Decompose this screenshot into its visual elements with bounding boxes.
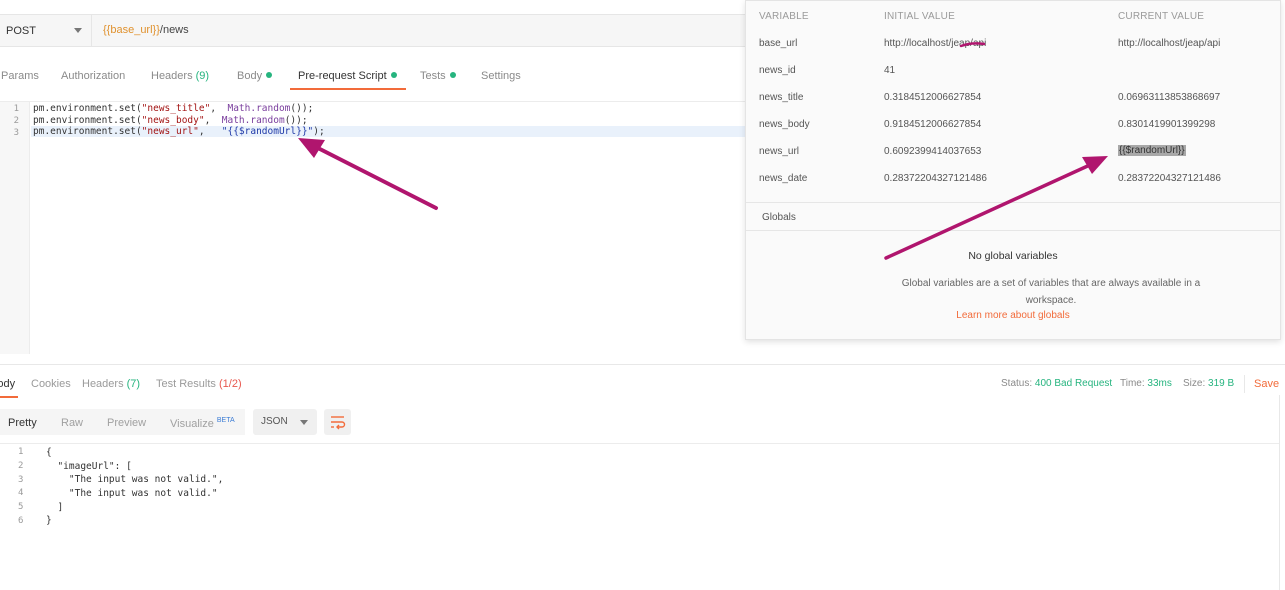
status-dot-icon [449,72,456,78]
request-tabs: Params Authorization Headers (9) Body Pr… [0,64,760,90]
json-line: "imageUrl": [ [46,461,132,472]
format-select[interactable]: JSON [253,409,317,435]
size-value: 319 B [1208,378,1235,389]
line-number: 3 [13,128,19,138]
method-label: POST [6,24,36,37]
line-number: 6 [18,516,24,526]
view-preview[interactable]: Preview [107,417,146,429]
test-results-count: (1/2) [218,378,242,390]
headers-count: (9) [195,70,210,82]
url-input[interactable]: {{base_url}}/news [103,24,189,36]
tab-response-body[interactable]: Body [0,378,15,390]
active-tab-indicator [0,396,18,398]
line-number-gutter: 1 2 3 [0,102,30,354]
env-var-name: news_body [759,119,810,130]
env-var-initial: 0.28372204327121486 [884,173,987,184]
env-var-name: base_url [759,38,798,49]
pane-divider [0,364,1285,365]
env-var-initial: http://localhost/jeap/api [884,38,987,49]
view-raw[interactable]: Raw [61,417,83,429]
env-var-current-selected[interactable]: {{$randomUrl}} [1118,145,1186,156]
line-number: 4 [18,488,24,498]
line-number: 1 [18,447,24,457]
line-number: 1 [13,104,19,114]
view-visualize[interactable]: Visualize BETA [170,417,235,430]
toolbar-divider [1244,375,1245,393]
pane-border [1279,395,1280,590]
chevron-down-icon [74,28,82,33]
line-number: 3 [18,475,24,485]
response-body-viewer[interactable]: 1 2 3 4 5 6 { "imageUrl": [ "The input w… [0,443,1280,533]
tab-cookies[interactable]: Cookies [31,378,71,390]
column-header-initial: INITIAL VALUE [884,11,955,22]
tab-pre-request-script[interactable]: Pre-request Script [298,70,397,82]
beta-badge: BETA [216,417,235,424]
env-var-current: 0.8301419901399298 [1118,119,1216,130]
environment-quick-look: VARIABLE INITIAL VALUE CURRENT VALUE bas… [745,0,1281,340]
wrap-icon [331,416,346,430]
time-value: 33ms [1147,378,1172,389]
line-number: 5 [18,502,24,512]
env-var-name: news_date [759,173,808,184]
save-response-button[interactable]: Save [1254,378,1279,390]
env-var-initial: 0.3184512006627854 [884,92,982,103]
method-select[interactable]: POST [0,15,92,46]
tab-params[interactable]: Params [1,70,39,82]
env-var-name: news_id [759,65,796,76]
env-var-initial: 0.9184512006627854 [884,119,982,130]
column-header-current: CURRENT VALUE [1118,11,1205,22]
line-number: 2 [13,116,19,126]
status-value: 400 Bad Request [1034,378,1113,389]
tab-headers[interactable]: Headers (9) [151,70,209,82]
postman-window: POST {{base_url}}/news Params Authorizat… [0,0,1285,590]
env-var-initial: 41 [884,65,896,76]
url-path: /news [159,24,189,36]
response-tabs: Body Cookies Headers (7) Test Results (1… [0,375,1285,397]
tab-test-results[interactable]: Test Results (1/2) [156,378,242,390]
line-number: 2 [18,461,24,471]
code-line: pm.environment.set("news_title", Math.ra… [33,103,314,114]
size-readout: Size: 319 B [1183,378,1235,389]
globals-section-header: Globals [746,202,1280,231]
json-line: { [46,447,52,458]
json-line: "The input was not valid.", [46,474,224,485]
env-var-initial: 0.6092399414037653 [884,146,982,157]
column-header-variable: VARIABLE [759,11,809,22]
wrap-lines-button[interactable] [324,409,351,435]
env-var-current: http://localhost/jeap/api [1118,38,1221,49]
tab-settings[interactable]: Settings [481,70,521,82]
no-globals-title: No global variables [968,250,1058,262]
tab-tests[interactable]: Tests [420,70,456,82]
json-line: } [46,515,52,526]
tab-response-headers[interactable]: Headers (7) [82,378,140,390]
headers-count: (7) [126,378,141,390]
chevron-down-icon [300,420,308,425]
view-pretty[interactable]: Pretty [8,417,37,429]
active-tab-indicator [290,88,406,90]
env-var-current: 0.28372204327121486 [1118,173,1221,184]
json-line: "The input was not valid." [46,488,218,499]
status-dot-icon [390,72,397,78]
env-var-current: 0.06963113853868697 [1118,92,1221,103]
learn-more-globals-link[interactable]: Learn more about globals [746,310,1280,321]
env-var-name: news_url [759,146,800,157]
url-variable: {{base_url}} [103,24,160,36]
env-var-name: news_title [759,92,804,103]
status-readout: Status: 400 Bad Request [1001,378,1113,389]
tab-authorization[interactable]: Authorization [61,70,125,82]
status-dot-icon [266,72,273,78]
code-line: pm.environment.set("news_body", Math.ran… [33,115,308,126]
json-line: ] [46,502,64,513]
globals-description: Global variables are a set of variables … [901,278,1201,306]
tab-body[interactable]: Body [237,70,273,82]
time-readout: Time: 33ms [1120,378,1172,389]
request-url-bar: POST {{base_url}}/news [0,14,760,47]
